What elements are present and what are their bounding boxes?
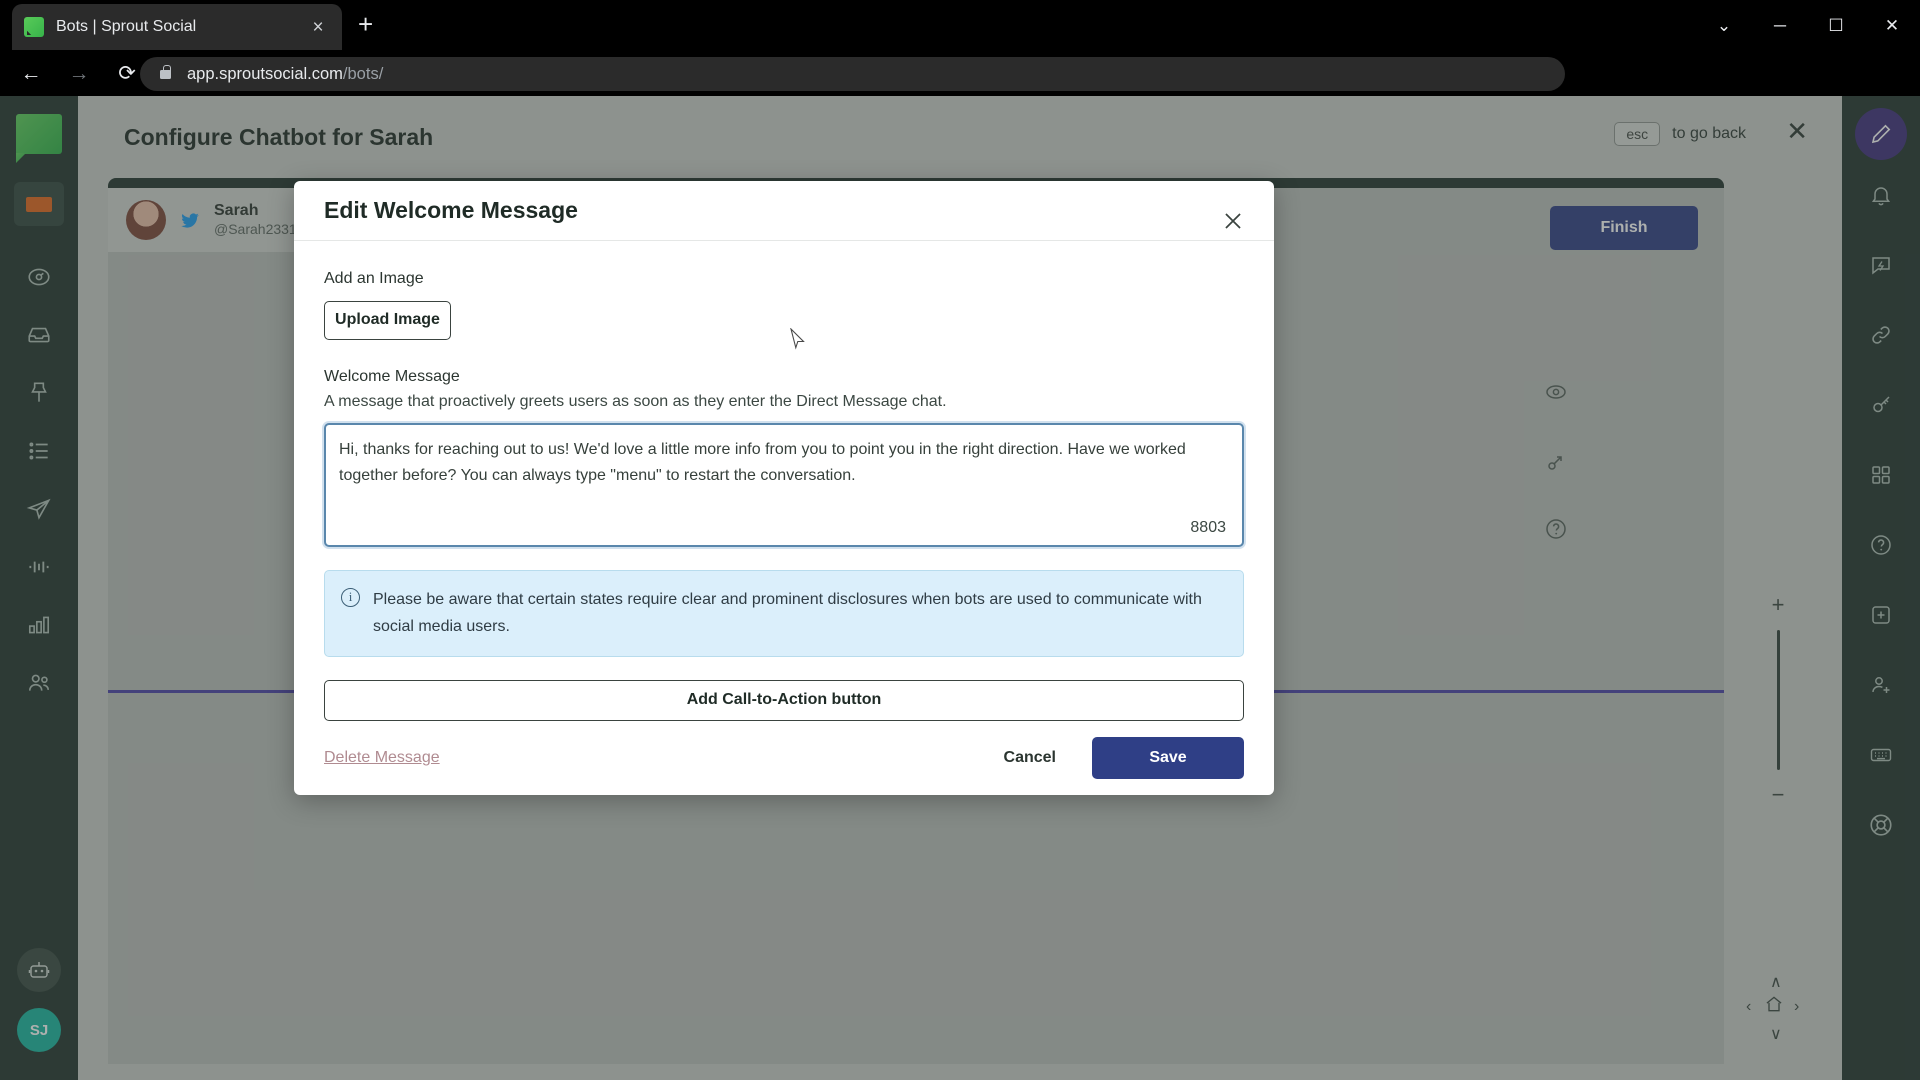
sprout-leaf-icon [24, 17, 44, 37]
compliance-notice-text: Please be aware that certain states requ… [373, 590, 1202, 635]
screen: Bots | Sprout Social × + ⌄ ─ ☐ ✕ ← → ⟳ a… [0, 0, 1920, 1080]
back-icon[interactable]: ← [14, 57, 48, 91]
edit-welcome-message-dialog: Edit Welcome Message Add an Image Upload… [294, 181, 1274, 795]
browser-toolbar: ← → ⟳ app.sproutsocial.com/bots/ [0, 51, 1920, 138]
add-image-label: Add an Image [324, 269, 424, 287]
delete-message-link[interactable]: Delete Message [324, 749, 440, 767]
welcome-message-value: Hi, thanks for reaching out to us! We'd … [339, 440, 1186, 484]
browser-tab-title: Bots | Sprout Social [56, 18, 197, 35]
browser-tab[interactable]: Bots | Sprout Social × [12, 4, 342, 50]
reload-icon[interactable]: ⟳ [110, 57, 144, 91]
forward-icon[interactable]: → [62, 57, 96, 91]
browser-tab-strip: Bots | Sprout Social × + ⌄ ─ ☐ ✕ [0, 0, 1920, 51]
window-maximize-icon[interactable]: ☐ [1808, 16, 1864, 36]
upload-image-button[interactable]: Upload Image [324, 300, 451, 340]
window-close-icon[interactable]: ✕ [1864, 16, 1920, 36]
url-domain: app.sproutsocial.com [187, 64, 343, 83]
dialog-header: Edit Welcome Message [294, 181, 1274, 241]
dialog-footer-actions: Cancel Save [990, 736, 1244, 779]
close-icon[interactable] [1220, 208, 1246, 234]
address-bar-url: app.sproutsocial.com/bots/ [187, 65, 383, 84]
welcome-message-section: Welcome Message A message that proactive… [324, 368, 1244, 411]
welcome-message-label: Welcome Message [324, 367, 460, 385]
welcome-message-input[interactable]: Hi, thanks for reaching out to us! We'd … [324, 422, 1244, 547]
compliance-notice: i Please be aware that certain states re… [324, 569, 1244, 657]
url-path: /bots/ [342, 64, 384, 83]
tab-close-icon[interactable]: × [306, 18, 330, 37]
dialog-body: Add an Image Upload Image Welcome Messag… [294, 241, 1274, 721]
window-minimize-icon[interactable]: ─ [1752, 16, 1808, 36]
save-button[interactable]: Save [1092, 736, 1244, 779]
dialog-title: Edit Welcome Message [324, 196, 578, 223]
lock-icon [160, 64, 171, 79]
window-controls: ⌄ ─ ☐ ✕ [1696, 0, 1920, 51]
new-tab-button[interactable]: + [358, 11, 373, 37]
info-icon: i [341, 587, 360, 607]
window-more-icon[interactable]: ⌄ [1696, 16, 1752, 36]
character-counter: 8803 [1190, 518, 1226, 536]
cancel-button[interactable]: Cancel [990, 739, 1070, 777]
address-bar[interactable]: app.sproutsocial.com/bots/ [140, 57, 1565, 91]
welcome-message-help: A message that proactively greets users … [324, 392, 947, 410]
add-cta-button[interactable]: Add Call-to-Action button [324, 679, 1244, 721]
dialog-footer: Delete Message Cancel Save [294, 721, 1274, 795]
